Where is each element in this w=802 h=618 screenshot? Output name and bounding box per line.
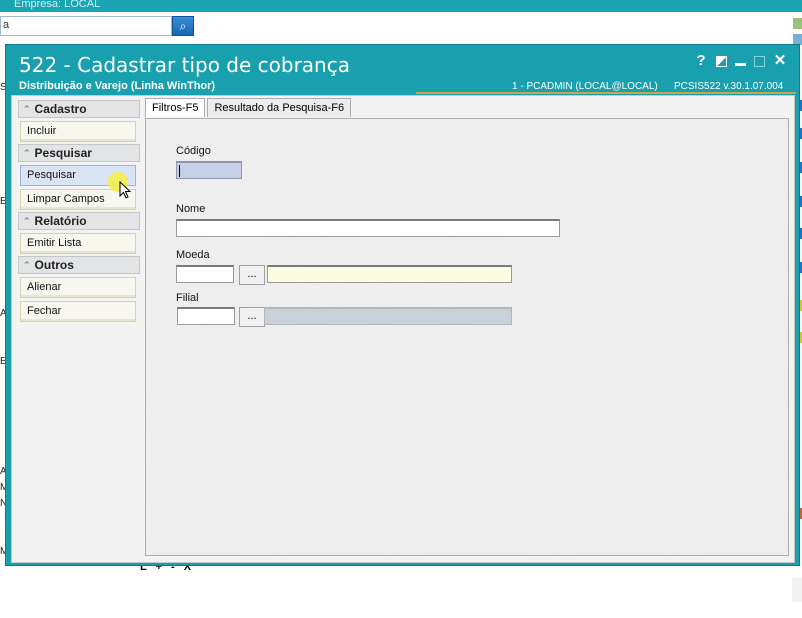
tab-filtros[interactable]: Filtros-F5 bbox=[145, 98, 206, 117]
nome-field[interactable] bbox=[176, 219, 560, 237]
window-user-info: 1 - PCADMIN (LOCAL@LOCAL) bbox=[512, 81, 658, 92]
background-search-text: a bbox=[3, 19, 10, 31]
group-title: Outros bbox=[34, 258, 74, 272]
window-title: 522 - Cadastrar tipo de cobrança bbox=[19, 53, 350, 77]
text-caret bbox=[179, 165, 180, 177]
emitir-lista-button[interactable]: Emitir Lista bbox=[20, 233, 136, 254]
filial-description-field bbox=[264, 307, 512, 325]
tab-bar: Filtros-F5 Resultado da Pesquisa-F6 bbox=[145, 98, 353, 117]
window-controls: ? ✕ bbox=[694, 53, 787, 69]
moeda-label: Moeda bbox=[176, 249, 210, 261]
close-icon[interactable]: ✕ bbox=[773, 53, 787, 69]
moeda-lookup-button[interactable]: ... bbox=[239, 265, 265, 285]
minimize-icon[interactable] bbox=[735, 63, 746, 66]
chevron-up-icon: ⌃ bbox=[23, 215, 31, 226]
window-client-area: ⌃ Cadastro Incluir ⌃ Pesquisar Pesquisar L… bbox=[11, 95, 795, 563]
chevron-up-icon: ⌃ bbox=[23, 103, 31, 114]
codigo-field[interactable] bbox=[176, 161, 242, 179]
action-sidebar: ⌃ Cadastro Incluir ⌃ Pesquisar Pesquisar L… bbox=[18, 98, 140, 322]
filial-label: Filial bbox=[176, 292, 199, 304]
chevron-up-icon: ⌃ bbox=[23, 259, 31, 270]
moeda-code-field[interactable] bbox=[176, 265, 234, 283]
incluir-button[interactable]: Incluir bbox=[20, 121, 136, 142]
window-subtitle: Distribuição e Varejo (Linha WinThor) bbox=[19, 80, 216, 92]
filter-panel: Código Nome Moeda ... Filial ... bbox=[145, 118, 789, 556]
background-status-icon[interactable] bbox=[793, 18, 802, 29]
background-topbar: Empresa: LOCAL bbox=[0, 0, 802, 12]
group-title: Cadastro bbox=[34, 102, 87, 116]
group-relatorio[interactable]: ⌃ Relatório bbox=[18, 212, 140, 230]
codigo-label: Código bbox=[176, 145, 211, 157]
search-icon: ⌕ bbox=[179, 19, 187, 33]
nome-label: Nome bbox=[176, 203, 206, 215]
group-outros[interactable]: ⌃ Outros bbox=[18, 256, 140, 274]
filial-code-field[interactable] bbox=[177, 307, 235, 325]
mouse-pointer-icon bbox=[119, 181, 132, 199]
main-window: 522 - Cadastrar tipo de cobrança Distrib… bbox=[5, 44, 800, 566]
fechar-button[interactable]: Fechar bbox=[20, 301, 136, 322]
group-pesquisar[interactable]: ⌃ Pesquisar bbox=[18, 144, 140, 162]
tab-resultado-pesquisa[interactable]: Resultado da Pesquisa-F6 bbox=[207, 98, 352, 117]
chevron-up-icon: ⌃ bbox=[23, 147, 31, 158]
background-watermark bbox=[792, 578, 802, 602]
group-cadastro[interactable]: ⌃ Cadastro bbox=[18, 100, 140, 118]
background-search-input[interactable]: a bbox=[0, 16, 172, 36]
alienar-button[interactable]: Alienar bbox=[20, 277, 136, 298]
restore-icon[interactable] bbox=[716, 56, 727, 67]
group-title: Pesquisar bbox=[34, 146, 92, 160]
help-icon[interactable]: ? bbox=[694, 53, 708, 69]
maximize-icon[interactable] bbox=[754, 56, 765, 67]
window-program-version: PCSIS522 v.30.1.07.004 bbox=[674, 81, 784, 92]
group-title: Relatório bbox=[34, 214, 87, 228]
background-company-label: Empresa: LOCAL bbox=[14, 0, 101, 10]
title-divider bbox=[416, 92, 796, 94]
moeda-description-field bbox=[267, 265, 512, 283]
search-button[interactable]: ⌕ bbox=[172, 16, 194, 36]
filial-lookup-button[interactable]: ... bbox=[239, 307, 265, 327]
